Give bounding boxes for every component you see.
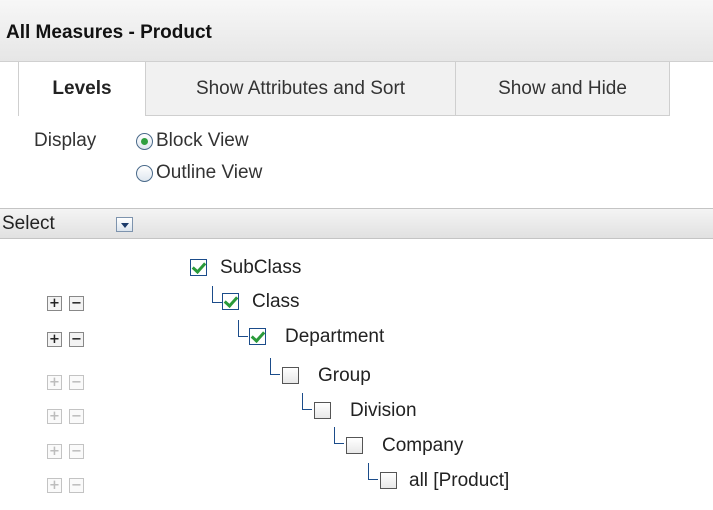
panel-header: All Measures - Product xyxy=(0,0,713,62)
select-toolbar: Select xyxy=(0,208,713,239)
display-label: Display xyxy=(34,130,97,151)
plus-icon: + xyxy=(47,409,62,424)
plus-icon[interactable]: + xyxy=(47,296,62,311)
tree-connector xyxy=(368,463,378,480)
minus-icon: − xyxy=(69,478,84,493)
level-checkbox-subclass[interactable] xyxy=(190,259,207,276)
tab-show-attributes-and-sort[interactable]: Show Attributes and Sort xyxy=(145,62,456,116)
tree-connector xyxy=(334,427,344,444)
level-checkbox-department[interactable] xyxy=(249,328,266,345)
level-checkbox-group[interactable] xyxy=(282,367,299,384)
plus-icon: + xyxy=(47,478,62,493)
tab-levels[interactable]: Levels xyxy=(18,62,146,116)
dropdown-arrow-icon[interactable] xyxy=(116,217,133,232)
plus-icon: + xyxy=(47,375,62,390)
tree-connector xyxy=(238,320,248,337)
tab-show-and-hide[interactable]: Show and Hide xyxy=(455,62,670,116)
level-label: Department xyxy=(285,326,385,347)
level-label: Company xyxy=(382,435,464,456)
level-checkbox-all-product[interactable] xyxy=(380,472,397,489)
tree-connector xyxy=(270,358,280,375)
minus-icon: − xyxy=(69,375,84,390)
minus-icon[interactable]: − xyxy=(69,296,84,311)
level-label: all [Product] xyxy=(409,470,510,491)
plus-icon: + xyxy=(47,444,62,459)
tab-label: Show and Hide xyxy=(498,77,627,99)
level-label: Division xyxy=(350,400,417,421)
minus-icon: − xyxy=(69,409,84,424)
tab-bar: Levels Show Attributes and Sort Show and… xyxy=(18,62,670,116)
level-label: SubClass xyxy=(220,257,302,278)
level-label: Group xyxy=(318,365,371,386)
minus-icon[interactable]: − xyxy=(69,332,84,347)
minus-icon: − xyxy=(69,444,84,459)
plus-icon[interactable]: + xyxy=(47,332,62,347)
level-label: Class xyxy=(252,291,300,312)
level-checkbox-class[interactable] xyxy=(222,293,239,310)
tree-connector xyxy=(302,393,312,410)
tree-connector xyxy=(212,286,222,303)
level-checkbox-company[interactable] xyxy=(346,437,363,454)
block-view-radio[interactable] xyxy=(136,133,153,150)
tab-label: Levels xyxy=(52,78,112,99)
tab-label: Show Attributes and Sort xyxy=(195,77,406,99)
outline-view-label[interactable]: Outline View xyxy=(156,162,262,184)
select-label: Select xyxy=(2,213,55,234)
level-checkbox-division[interactable] xyxy=(314,402,331,419)
block-view-label[interactable]: Block View xyxy=(156,130,249,152)
outline-view-radio[interactable] xyxy=(136,165,153,182)
panel-title: All Measures - Product xyxy=(6,22,212,43)
